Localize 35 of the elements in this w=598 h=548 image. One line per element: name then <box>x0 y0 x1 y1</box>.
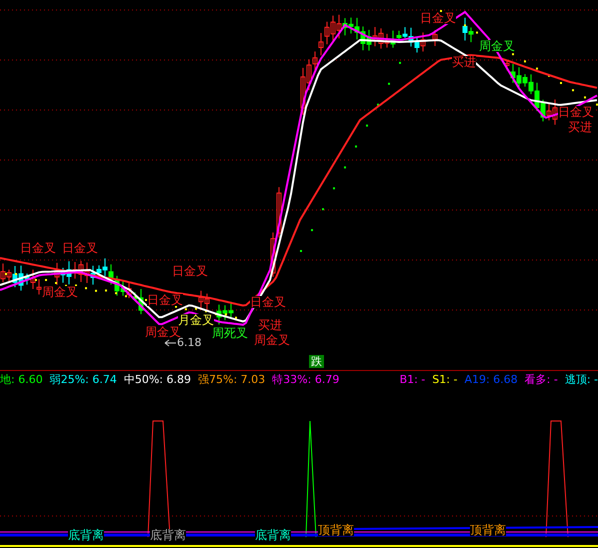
signal-label: 周金叉 <box>42 286 78 298</box>
signal-label: 周金叉 <box>479 40 515 52</box>
signal-label: 日金叉 <box>172 265 208 277</box>
indicator-value: 中50%: 6.89 <box>124 374 192 384</box>
indicator-value: A19: 6.68 <box>464 374 518 384</box>
indicator-value: 看多: - <box>524 374 558 384</box>
signal-label: 日金叉 <box>250 296 286 308</box>
divergence-label: 顶背离 <box>318 524 354 536</box>
signal-label: 日金叉 <box>147 294 183 306</box>
divergence-label: 顶背离 <box>470 524 506 536</box>
signal-badge: 跌 <box>309 355 324 368</box>
indicator-value: 特33%: 6.79 <box>272 374 340 384</box>
signal-label: 周死叉 <box>212 327 248 339</box>
indicator-value: 地: 6.60 <box>0 374 43 384</box>
divergence-label: 底背离 <box>68 529 104 541</box>
signal-label: 周金叉 <box>254 334 290 346</box>
indicator-value: 逃顶: - <box>564 374 598 384</box>
signal-label: 月金叉 <box>178 314 214 326</box>
candlestick <box>432 30 438 47</box>
divergence-label: 底背离 <box>255 529 291 541</box>
indicator-value: B1: - <box>400 374 426 384</box>
signal-label: 日金叉 <box>558 106 594 118</box>
signal-label: 买进 <box>452 56 476 68</box>
price-label: 6.18 <box>177 337 202 348</box>
divergence-label: 底背离 <box>150 529 186 541</box>
indicator-value: 弱25%: 6.74 <box>50 374 117 384</box>
signal-label: 日金叉 <box>420 12 456 24</box>
arrow-icon <box>164 340 176 346</box>
signal-label: 日金叉 <box>62 242 98 254</box>
signal-label: 买进 <box>568 121 592 133</box>
indicator-value: S1: - <box>432 374 458 384</box>
indicator-value: 强75%: 7.03 <box>198 374 266 384</box>
signal-label: 买进 <box>258 319 282 331</box>
signal-label: 周金叉 <box>145 326 181 338</box>
signal-label: 日金叉 <box>20 242 56 254</box>
